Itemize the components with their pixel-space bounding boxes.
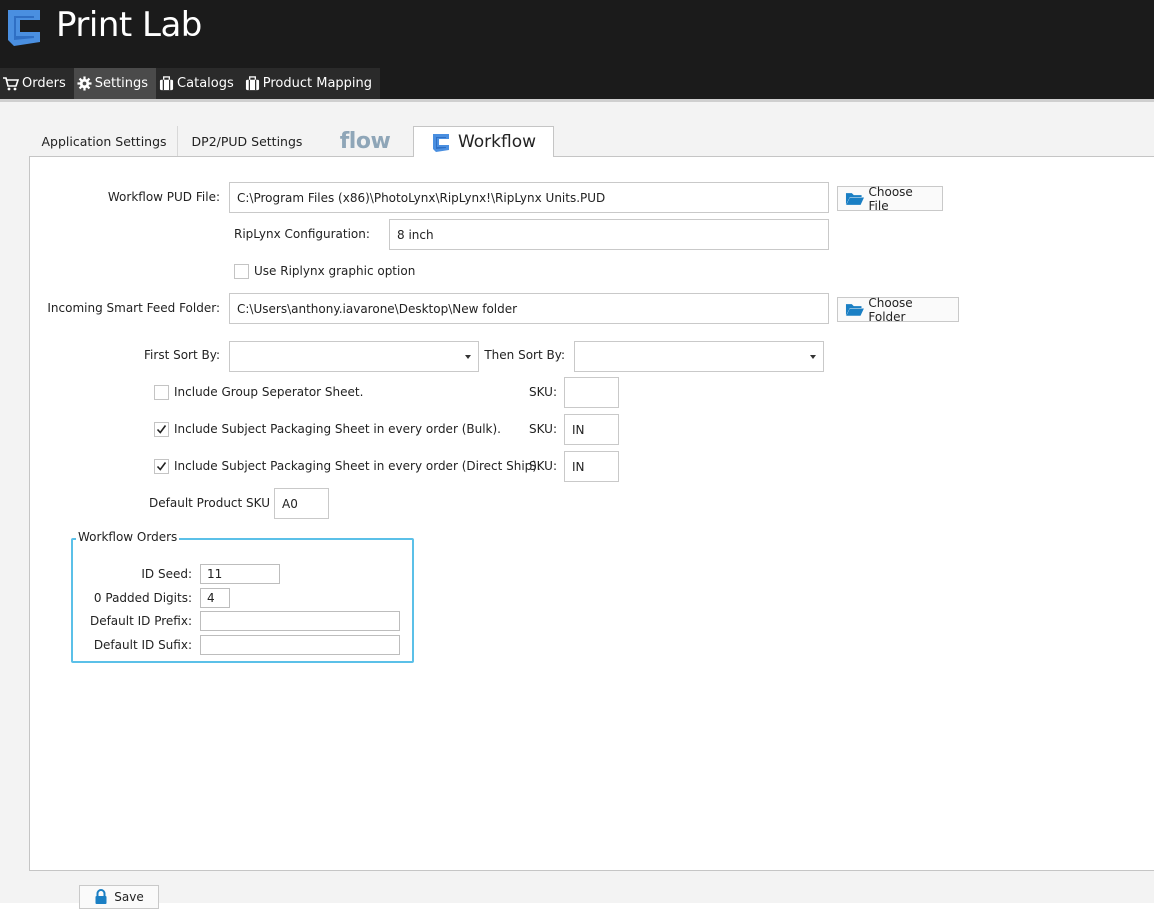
tab-application-settings[interactable]: Application Settings — [36, 126, 172, 156]
choose-file-label: Choose File — [868, 184, 913, 213]
tab-workflow-label: Workflow — [457, 132, 537, 152]
then-sort-select[interactable] — [574, 341, 824, 372]
id-sufix-label: Default ID Sufix: — [93, 638, 192, 652]
include-bulk-checkbox[interactable] — [154, 422, 169, 437]
use-riplynx-graphic-checkbox[interactable] — [234, 264, 249, 279]
tab-application-settings-label: Application Settings — [41, 133, 167, 149]
nav-orders-label: Orders — [22, 76, 66, 91]
padded-digits-label: 0 Padded Digits: — [93, 591, 192, 605]
incoming-folder-input[interactable]: C:\Users\anthony.iavarone\Desktop\New fo… — [229, 293, 829, 324]
main-nav: Orders Settings Catalogs Product Mapping — [0, 68, 381, 99]
flow-logo-text: flow — [339, 128, 391, 154]
folder-open-icon — [845, 193, 865, 205]
id-prefix-label: Default ID Prefix: — [89, 614, 192, 628]
cart-icon — [3, 76, 19, 90]
tab-separator — [177, 126, 178, 156]
default-product-sku-label: Default Product SKU — [149, 496, 270, 510]
tab-flow[interactable]: flow — [330, 126, 400, 156]
riplynx-config-label: RipLynx Configuration: — [234, 227, 370, 241]
padded-digits-input[interactable]: 4 — [200, 588, 230, 608]
workflow-pud-file-input[interactable]: C:\Program Files (x86)\PhotoLynx\RipLynx… — [229, 182, 829, 213]
id-seed-input[interactable]: 11 — [200, 564, 280, 584]
then-sort-label: Then Sort By: — [484, 348, 565, 362]
include-group-separator-checkbox[interactable] — [154, 385, 169, 400]
choose-file-button[interactable]: Choose File — [837, 184, 943, 213]
id-seed-label: ID Seed: — [141, 567, 192, 581]
briefcase-icon — [159, 76, 174, 91]
sku-label: SKU: — [529, 422, 557, 436]
default-product-sku-input[interactable]: A0 — [274, 488, 329, 519]
gear-icon — [77, 76, 92, 91]
nav-catalogs[interactable]: Catalogs — [156, 68, 242, 99]
print-lab-logo-icon — [8, 10, 40, 46]
app-title: Print Lab — [56, 5, 202, 45]
direct-ship-sku-input[interactable]: IN — [564, 451, 619, 482]
nav-settings[interactable]: Settings — [73, 68, 157, 99]
incoming-folder-label: Incoming Smart Feed Folder: — [47, 301, 220, 315]
use-riplynx-graphic-label: Use Riplynx graphic option — [254, 264, 416, 278]
include-direct-ship-checkbox[interactable] — [154, 459, 169, 474]
first-sort-select[interactable] — [229, 341, 479, 372]
nav-catalogs-label: Catalogs — [177, 76, 234, 91]
nav-settings-label: Settings — [94, 76, 149, 91]
include-direct-ship-label: Include Subject Packaging Sheet in every… — [174, 459, 541, 473]
choose-folder-label: Choose Folder — [868, 295, 913, 324]
briefcase-icon — [245, 76, 259, 91]
bulk-sku-input[interactable]: IN — [564, 414, 619, 445]
first-sort-label: First Sort By: — [144, 348, 220, 362]
nav-product-mapping-label: Product Mapping — [262, 76, 373, 91]
workflow-logo-icon — [432, 134, 449, 152]
workflow-orders-legend: Workflow Orders — [76, 530, 180, 544]
workflow-panel — [29, 156, 1154, 871]
nav-product-mapping[interactable]: Product Mapping — [242, 68, 380, 99]
include-group-separator-label: Include Group Seperator Sheet. — [174, 385, 364, 399]
sku-label: SKU: — [529, 459, 557, 473]
id-prefix-input[interactable] — [200, 611, 400, 631]
tab-dp2-pud-settings[interactable]: DP2/PUD Settings — [182, 126, 312, 156]
nav-orders[interactable]: Orders — [0, 68, 74, 99]
checkmark-icon — [156, 425, 167, 434]
tab-workflow[interactable]: Workflow — [413, 126, 554, 157]
workflow-pud-file-label: Workflow PUD File: — [107, 190, 220, 204]
folder-open-icon — [845, 304, 864, 316]
save-label: Save — [114, 890, 144, 904]
sku-label: SKU: — [529, 385, 557, 399]
id-sufix-input[interactable] — [200, 635, 400, 655]
include-bulk-label: Include Subject Packaging Sheet in every… — [174, 422, 501, 436]
chevron-down-icon — [465, 355, 471, 359]
chevron-down-icon — [810, 355, 816, 359]
group-separator-sku-input[interactable] — [564, 377, 619, 408]
choose-folder-button[interactable]: Choose Folder — [837, 295, 959, 324]
tab-dp2-pud-settings-label: DP2/PUD Settings — [191, 133, 303, 149]
riplynx-config-input[interactable]: 8 inch — [389, 219, 829, 250]
checkmark-icon — [156, 462, 167, 471]
save-button[interactable]: Save — [79, 885, 159, 909]
